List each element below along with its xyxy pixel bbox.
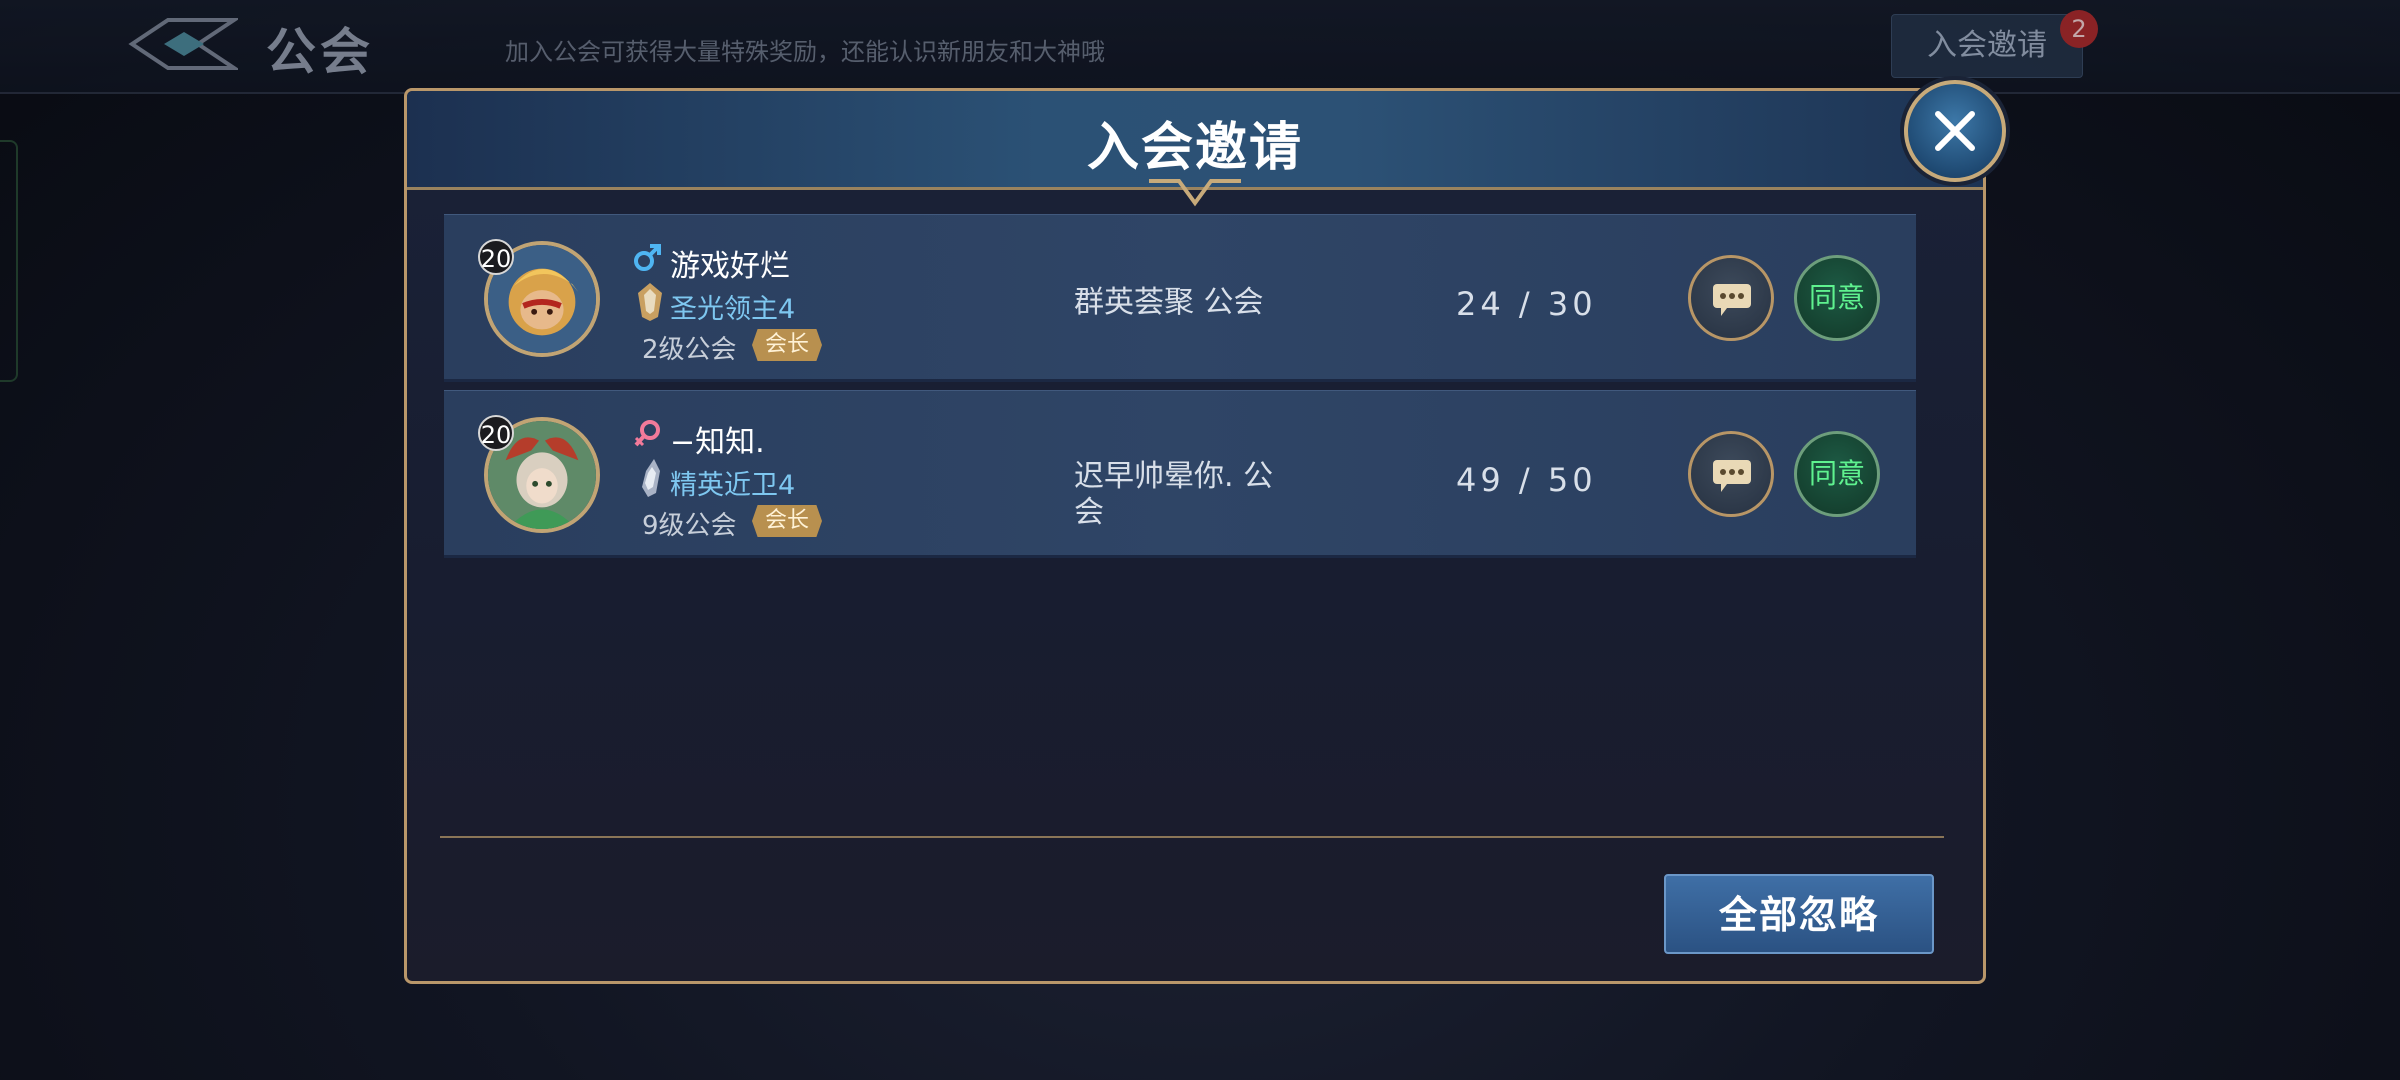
invitation-row: 20 −知知. 精英近卫4 9级公会 会长 迟早帅晕你. 公会 49 / 50 …	[444, 390, 1916, 558]
close-icon	[1935, 111, 1975, 151]
role-tag: 会长	[752, 329, 822, 361]
left-side-tab[interactable]	[0, 140, 18, 382]
close-button[interactable]	[1904, 80, 2006, 182]
player-name: 游戏好烂	[670, 249, 790, 284]
member-count: 24 / 30	[1456, 285, 1597, 323]
female-icon	[634, 420, 660, 447]
page-title: 公会	[266, 23, 374, 81]
level-badge: 20	[478, 415, 514, 451]
message-button[interactable]	[1688, 431, 1774, 517]
chat-bubble-icon	[1713, 284, 1751, 316]
guild-name: 群英荟聚 公会	[1074, 285, 1264, 320]
agree-button[interactable]: 同意	[1794, 431, 1880, 517]
guild-level: 2级公会	[642, 335, 737, 365]
back-icon[interactable]	[128, 14, 238, 74]
rank-emblem-icon	[638, 283, 662, 321]
member-count: 49 / 50	[1456, 461, 1597, 499]
header-ornament-icon	[1149, 179, 1241, 207]
male-icon	[634, 244, 661, 271]
top-bar: 公会 加入公会可获得大量特殊奖励，还能认识新朋友和大神哦 入会邀请 2	[0, 0, 2400, 94]
rank-text: 圣光领主4	[670, 294, 796, 325]
chat-bubble-icon	[1713, 460, 1751, 492]
invite-count-badge: 2	[2060, 10, 2098, 48]
guild-name: 迟早帅晕你. 公会	[1074, 459, 1274, 530]
rank-text: 精英近卫4	[670, 470, 796, 501]
agree-button[interactable]: 同意	[1794, 255, 1880, 341]
ignore-all-button[interactable]: 全部忽略	[1664, 874, 1934, 954]
invite-button[interactable]: 入会邀请	[1891, 14, 2083, 78]
page-subtitle: 加入公会可获得大量特殊奖励，还能认识新朋友和大神哦	[505, 38, 1105, 66]
level-badge: 20	[478, 239, 514, 275]
message-button[interactable]	[1688, 255, 1774, 341]
footer-divider	[440, 836, 1944, 838]
guild-level: 9级公会	[642, 511, 737, 541]
player-name: −知知.	[670, 425, 765, 460]
role-tag: 会长	[752, 505, 822, 537]
invitation-row: 20 游戏好烂 圣光领主4 2级公会 会长 群英荟聚 公会 24 / 30 同意	[444, 214, 1916, 382]
rank-emblem-icon	[642, 459, 660, 497]
dialog-header: 入会邀请	[407, 91, 1983, 190]
dialog-title: 入会邀请	[1086, 118, 1303, 178]
